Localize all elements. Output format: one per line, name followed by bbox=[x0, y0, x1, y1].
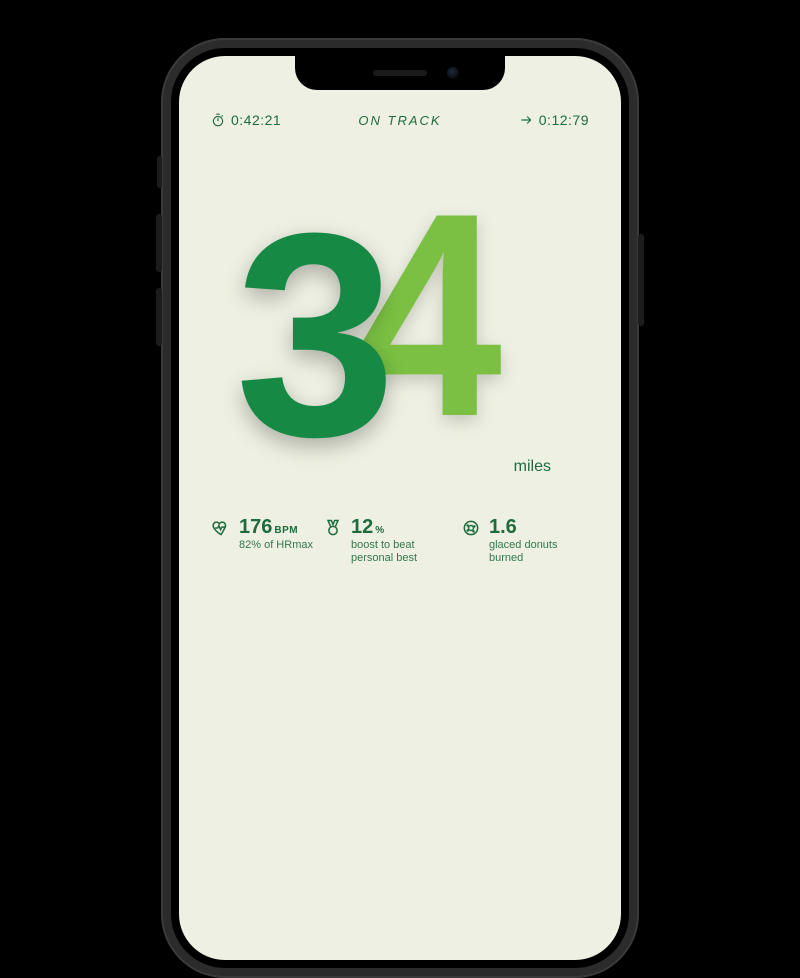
hr-unit: BPM bbox=[274, 525, 298, 536]
distance-display: 4 3 miles bbox=[179, 176, 621, 476]
mute-switch[interactable] bbox=[157, 156, 162, 188]
volume-down-button[interactable] bbox=[156, 288, 162, 346]
medal-icon bbox=[323, 518, 343, 538]
power-button[interactable] bbox=[638, 234, 644, 326]
speaker-grille bbox=[373, 70, 427, 76]
boost-value: 12 bbox=[351, 516, 373, 539]
phone-bezel: 0:42:21 ON TRACK 0:12:79 4 3 miles bbox=[171, 48, 629, 968]
distance-digit-front: 3 bbox=[235, 190, 378, 480]
app-screen: 0:42:21 ON TRACK 0:12:79 4 3 miles bbox=[179, 56, 621, 960]
donuts-sub: glaced donuts burned bbox=[489, 539, 589, 565]
stat-boost: 12% boost to beat personal best bbox=[323, 516, 451, 565]
elapsed-time: 0:42:21 bbox=[211, 112, 281, 128]
arrow-right-icon bbox=[519, 113, 533, 127]
remaining-time: 0:12:79 bbox=[519, 112, 589, 128]
remaining-time-value: 0:12:79 bbox=[539, 112, 589, 128]
notch bbox=[295, 56, 505, 90]
stat-donuts: 1.6 glaced donuts burned bbox=[461, 516, 589, 565]
phone-frame: 0:42:21 ON TRACK 0:12:79 4 3 miles bbox=[161, 38, 639, 978]
boost-sub: boost to beat personal best bbox=[351, 539, 451, 565]
hr-sub: 82% of HRmax bbox=[239, 539, 313, 552]
top-bar: 0:42:21 ON TRACK 0:12:79 bbox=[179, 112, 621, 128]
volume-up-button[interactable] bbox=[156, 214, 162, 272]
front-camera bbox=[447, 67, 459, 79]
heart-rate-icon bbox=[211, 518, 231, 538]
boost-unit: % bbox=[375, 525, 384, 536]
stopwatch-icon bbox=[211, 113, 225, 127]
elapsed-time-value: 0:42:21 bbox=[231, 112, 281, 128]
donuts-value: 1.6 bbox=[489, 516, 517, 539]
hr-value: 176 bbox=[239, 516, 272, 539]
donut-icon bbox=[461, 518, 481, 538]
stat-heart-rate: 176BPM 82% of HRmax bbox=[211, 516, 313, 552]
status-label: ON TRACK bbox=[358, 113, 441, 128]
distance-unit: miles bbox=[514, 458, 551, 476]
stats-row: 176BPM 82% of HRmax 12% boost to b bbox=[179, 516, 621, 565]
